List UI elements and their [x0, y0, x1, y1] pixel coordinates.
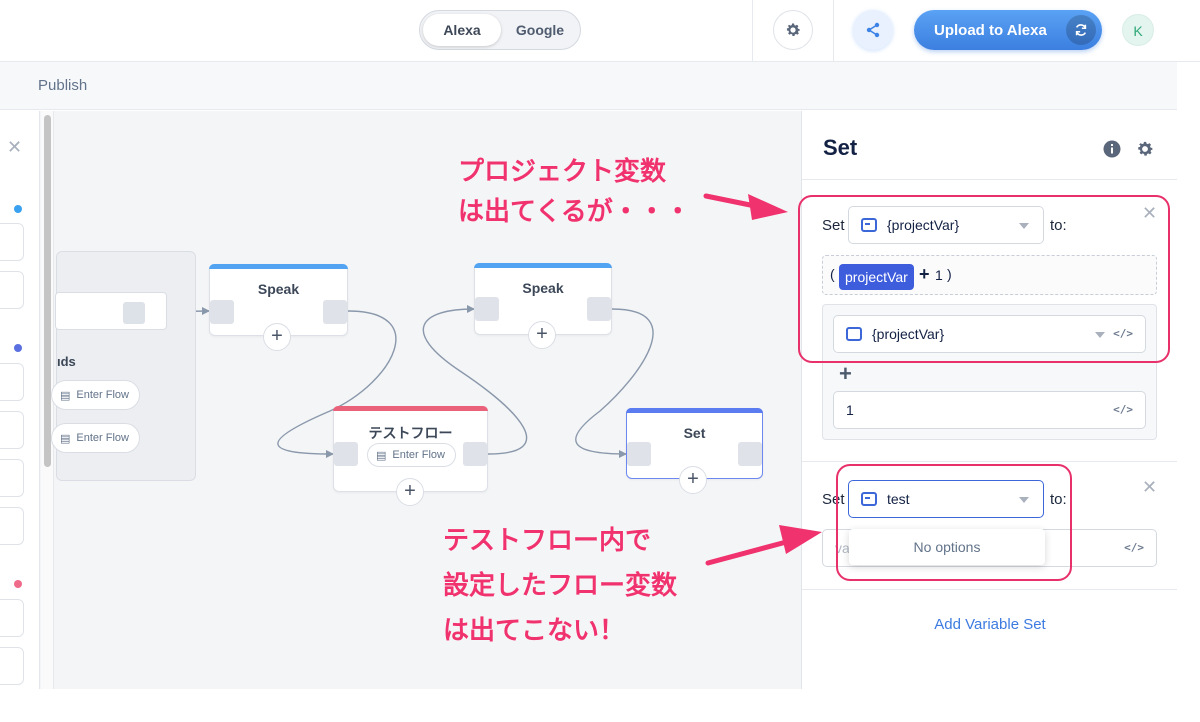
- input-port[interactable]: [475, 297, 499, 321]
- upload-button-label: Upload to Alexa: [934, 21, 1047, 39]
- operand-value: 1: [846, 402, 854, 418]
- upload-button[interactable]: Upload to Alexa: [914, 10, 1102, 50]
- node-title: Speak: [522, 280, 564, 296]
- sync-icon: [1066, 15, 1096, 45]
- annotation-note-bottom: テストフロー内で 設定したフロー変数 は出てこない！: [443, 519, 677, 654]
- annotation-line: プロジェクト変数: [458, 157, 667, 187]
- add-variable-set-button[interactable]: Add Variable Set: [802, 616, 1178, 633]
- annotation-note-top: プロジェクト変数 は出てくるが・・・: [458, 152, 691, 232]
- highlight-box-test: [836, 464, 1072, 581]
- add-step-button[interactable]: +: [396, 478, 424, 506]
- panel-title: Set: [823, 135, 858, 160]
- node-color-bar: [626, 408, 763, 413]
- left-steps-panel: ✕: [0, 111, 40, 689]
- group-output-port[interactable]: [123, 302, 145, 324]
- step-item[interactable]: [0, 363, 24, 401]
- gear-icon: [786, 23, 801, 36]
- header-divider: [752, 0, 753, 62]
- commands-group-block[interactable]: ıds ▤ Enter Flow ▤ Enter Flow: [51, 251, 196, 481]
- panel-header-divider: [802, 179, 1178, 180]
- category-dot: [14, 344, 22, 352]
- group-label: ıds: [57, 354, 76, 369]
- category-dot: [14, 580, 22, 588]
- node-title: Speak: [257, 281, 300, 297]
- code-toggle-icon[interactable]: </>: [1124, 541, 1144, 554]
- code-toggle-icon[interactable]: </>: [1113, 403, 1133, 416]
- add-operator-button[interactable]: +: [839, 361, 852, 387]
- output-port[interactable]: [738, 442, 762, 466]
- node-title: テストフロー: [368, 425, 453, 441]
- gear-icon[interactable]: [1135, 139, 1155, 159]
- avatar[interactable]: K: [1122, 14, 1154, 46]
- scrollbar-thumb[interactable]: [44, 115, 51, 467]
- sub-nav: Publish: [0, 62, 1200, 110]
- node-color-bar: [209, 264, 348, 269]
- input-port[interactable]: [210, 300, 234, 324]
- step-item[interactable]: [0, 647, 24, 685]
- highlight-box-projectvar: [798, 195, 1170, 363]
- flow-icon: ▤: [376, 449, 387, 462]
- close-icon[interactable]: ✕: [1142, 477, 1157, 498]
- enter-flow-chip[interactable]: ▤ Enter Flow: [51, 380, 140, 410]
- step-item[interactable]: [0, 599, 24, 637]
- step-item[interactable]: [0, 507, 24, 545]
- step-item[interactable]: [0, 223, 24, 261]
- block-divider: [802, 461, 1178, 462]
- node-title: Set: [683, 425, 706, 441]
- share-button[interactable]: [853, 10, 893, 50]
- add-step-button[interactable]: +: [528, 321, 556, 349]
- node-color-bar: [333, 406, 488, 411]
- category-dot: [14, 205, 22, 213]
- flow-icon: ▤: [60, 432, 71, 445]
- close-icon[interactable]: ✕: [7, 137, 22, 158]
- info-icon[interactable]: [1102, 139, 1122, 159]
- step-item[interactable]: [0, 459, 24, 497]
- step-item[interactable]: [0, 271, 24, 309]
- annotation-line: テストフロー内で: [443, 526, 652, 556]
- block-divider: [802, 589, 1178, 590]
- enter-flow-chip[interactable]: ▤ Enter Flow: [51, 423, 140, 453]
- output-port[interactable]: [587, 297, 611, 321]
- input-port[interactable]: [627, 442, 651, 466]
- platform-option-google[interactable]: Google: [501, 14, 579, 46]
- flow-icon: ▤: [60, 389, 71, 402]
- platform-toggle[interactable]: Alexa Google: [419, 10, 581, 50]
- publish-tab[interactable]: Publish: [38, 77, 87, 94]
- operand-value-field[interactable]: 1 </>: [833, 391, 1146, 429]
- share-icon: [866, 22, 880, 38]
- input-port[interactable]: [334, 442, 358, 466]
- node-color-bar: [474, 263, 612, 268]
- annotation-line: は出てくるが・・・: [458, 197, 691, 227]
- step-item[interactable]: [0, 411, 24, 449]
- panel-edge: [1177, 62, 1200, 689]
- platform-option-alexa[interactable]: Alexa: [423, 14, 501, 46]
- output-port[interactable]: [463, 442, 487, 466]
- output-port[interactable]: [323, 300, 347, 324]
- bottom-area: [0, 689, 1200, 722]
- annotation-line: 設定したフロー変数: [443, 571, 678, 601]
- top-bar: Alexa Google Upload to Alexa K: [0, 0, 1200, 62]
- settings-button[interactable]: [773, 10, 813, 50]
- annotation-line: は出てこない！: [443, 616, 626, 646]
- group-step[interactable]: [55, 292, 167, 330]
- add-step-button[interactable]: +: [263, 323, 291, 351]
- enter-flow-chip[interactable]: ▤ Enter Flow: [367, 443, 456, 467]
- add-step-button[interactable]: +: [679, 466, 707, 494]
- header-divider: [833, 0, 834, 62]
